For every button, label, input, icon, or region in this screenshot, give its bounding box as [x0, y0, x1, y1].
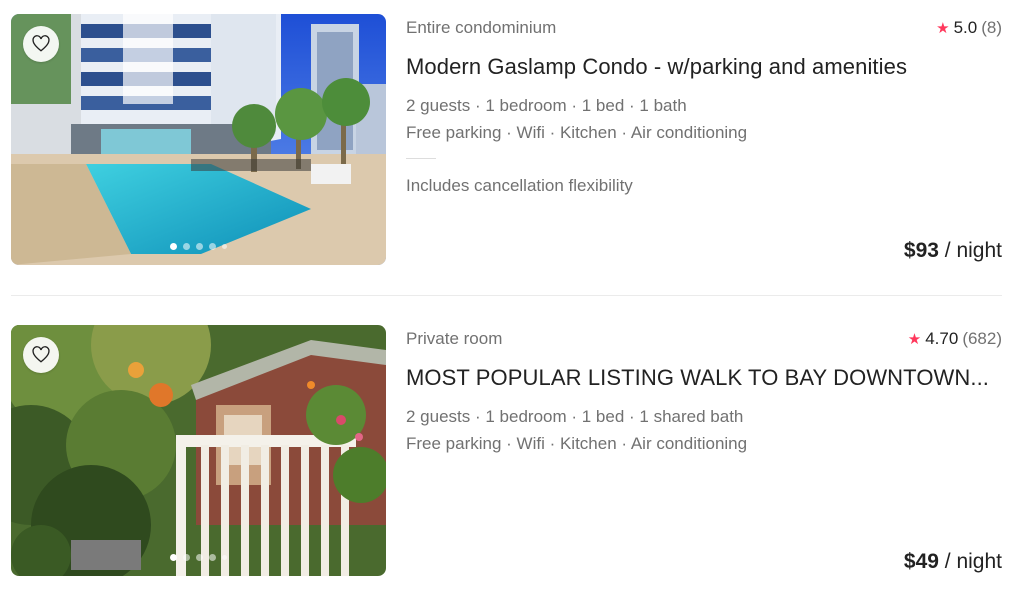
- condo-pool-image: [11, 14, 386, 265]
- listing-card[interactable]: Entire condominium ★ 5.0 (8) Modern Gasl…: [11, 14, 1002, 265]
- photo-dot[interactable]: [170, 554, 177, 561]
- price: $49 / night: [904, 550, 1002, 574]
- price-amount: $49: [903, 550, 939, 573]
- amenities: Free parking · Wifi · Kitchen · Air cond…: [406, 434, 748, 453]
- photo-dot[interactable]: [196, 554, 203, 561]
- divider: [406, 158, 436, 159]
- photo-pagination: [11, 554, 386, 561]
- listing-info: Entire condominium ★ 5.0 (8) Modern Gasl…: [406, 14, 1002, 265]
- room-details: 2 guests · 1 bedroom · 1 bed · 1 shared …: [406, 407, 744, 426]
- heart-icon: [32, 35, 50, 52]
- price-amount: $93: [903, 239, 939, 262]
- photo-dot[interactable]: [183, 554, 190, 561]
- listing-title[interactable]: Modern Gaslamp Condo - w/parking and ame…: [406, 54, 907, 80]
- listing-photo[interactable]: [11, 325, 386, 576]
- property-type: Private room: [406, 329, 503, 348]
- photo-dot[interactable]: [222, 555, 227, 560]
- photo-dot[interactable]: [170, 243, 177, 250]
- price-unit: / night: [938, 550, 1002, 573]
- photo-dot[interactable]: [209, 554, 216, 561]
- listing-divider: [11, 295, 1002, 296]
- amenities: Free parking · Wifi · Kitchen · Air cond…: [406, 123, 748, 142]
- price: $93 / night: [904, 239, 1002, 263]
- photo-dot[interactable]: [222, 244, 227, 249]
- photo-pagination: [11, 243, 386, 250]
- review-count: (682): [962, 329, 1002, 348]
- save-to-wishlist-button[interactable]: [23, 26, 59, 62]
- price-unit: / night: [938, 239, 1002, 262]
- cancellation-flexibility: Includes cancellation flexibility: [406, 176, 633, 195]
- photo-dot[interactable]: [196, 243, 203, 250]
- listing-title[interactable]: MOST POPULAR LISTING WALK TO BAY DOWNTOW…: [406, 365, 989, 391]
- property-type: Entire condominium: [406, 18, 557, 37]
- save-to-wishlist-button[interactable]: [23, 337, 59, 373]
- listing-card[interactable]: Private room ★ 4.70 (682) MOST POPULAR L…: [11, 325, 1002, 576]
- rating-value: 5.0: [953, 18, 978, 37]
- garden-room-image: [11, 325, 386, 576]
- photo-dot[interactable]: [209, 243, 216, 250]
- photo-dot[interactable]: [183, 243, 190, 250]
- star-icon: ★: [936, 20, 950, 37]
- star-icon: ★: [907, 331, 922, 348]
- rating-value: 4.70: [925, 329, 959, 348]
- review-count: (8): [981, 18, 1002, 37]
- room-details: 2 guests · 1 bedroom · 1 bed · 1 bath: [406, 96, 687, 115]
- heart-icon: [32, 346, 50, 363]
- rating: ★ 5.0 (8): [936, 18, 1002, 38]
- rating: ★ 4.70 (682): [908, 329, 1002, 349]
- listing-photo[interactable]: [11, 14, 386, 265]
- listing-info: Private room ★ 4.70 (682) MOST POPULAR L…: [406, 325, 1002, 576]
